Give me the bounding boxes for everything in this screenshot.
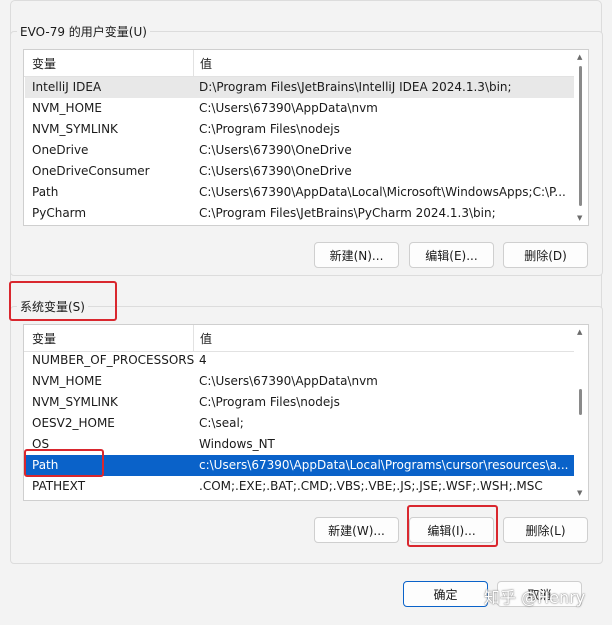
scroll-up-arrow-icon[interactable]: ▲ xyxy=(577,53,582,61)
column-header-value[interactable]: 值 xyxy=(200,55,212,72)
list-item[interactable]: PATHEXT .COM;.EXE;.BAT;.CMD;.VBS;.VBE;.J… xyxy=(25,476,574,497)
list-item[interactable]: NVM_SYMLINK C:\Program Files\nodejs xyxy=(25,119,574,140)
system-new-button[interactable]: 新建(W)... xyxy=(314,517,399,543)
user-variables-title: EVO-79 的用户变量(U) xyxy=(17,23,150,40)
vertical-scrollbar[interactable]: ▲ ▼ xyxy=(574,325,588,500)
user-new-button[interactable]: 新建(N)... xyxy=(314,242,399,268)
scrollbar-thumb[interactable] xyxy=(579,66,582,206)
vertical-scrollbar[interactable]: ▲ ▼ xyxy=(574,50,588,225)
column-separator[interactable] xyxy=(193,50,194,76)
scroll-down-arrow-icon[interactable]: ▼ xyxy=(577,489,582,497)
list-item[interactable]: OneDriveConsumer C:\Users\67390\OneDrive xyxy=(25,161,574,182)
highlight-path-row xyxy=(24,449,104,477)
highlight-system-variables-title xyxy=(9,281,117,321)
ok-button[interactable]: 确定 xyxy=(403,581,488,607)
list-item[interactable]: NVM_HOME C:\Users\67390\AppData\nvm xyxy=(25,98,574,119)
scroll-up-arrow-icon[interactable]: ▲ xyxy=(577,328,582,336)
list-item[interactable]: NVM_SYMLINK C:\Program Files\nodejs xyxy=(25,392,574,413)
list-item[interactable]: OS Windows_NT xyxy=(25,434,574,455)
list-item[interactable]: IntelliJ IDEA D:\Program Files\JetBrains… xyxy=(25,77,574,98)
user-list-header: 变量 值 xyxy=(24,50,574,77)
highlight-edit-button xyxy=(407,505,498,547)
system-list-header: 变量 值 xyxy=(24,325,574,352)
column-header-value[interactable]: 值 xyxy=(200,330,212,347)
list-item[interactable]: OneDrive C:\Users\67390\OneDrive xyxy=(25,140,574,161)
column-header-variable[interactable]: 变量 xyxy=(32,330,56,347)
scrollbar-thumb[interactable] xyxy=(579,389,582,415)
system-variables-list[interactable]: 变量 值 NUMBER_OF_PROCESSORS 4 NVM_HOME C:\… xyxy=(23,324,589,501)
column-header-variable[interactable]: 变量 xyxy=(32,55,56,72)
scroll-down-arrow-icon[interactable]: ▼ xyxy=(577,214,582,222)
list-item[interactable]: Path C:\Users\67390\AppData\Local\Micros… xyxy=(25,182,574,203)
user-edit-button[interactable]: 编辑(E)... xyxy=(409,242,494,268)
column-separator[interactable] xyxy=(193,325,194,351)
system-delete-button[interactable]: 删除(L) xyxy=(503,517,588,543)
watermark: 知乎 @Henry xyxy=(484,588,586,607)
list-item[interactable]: NVM_HOME C:\Users\67390\AppData\nvm xyxy=(25,371,574,392)
list-item[interactable]: PyCharm C:\Program Files\JetBrains\PyCha… xyxy=(25,203,574,224)
list-item-selected[interactable]: Path c:\Users\67390\AppData\Local\Progra… xyxy=(25,455,574,476)
list-item[interactable]: NUMBER_OF_PROCESSORS 4 xyxy=(25,350,574,371)
user-delete-button[interactable]: 删除(D) xyxy=(503,242,588,268)
user-variables-list[interactable]: 变量 值 IntelliJ IDEA D:\Program Files\JetB… xyxy=(23,49,589,226)
list-item[interactable]: OESV2_HOME C:\seal; xyxy=(25,413,574,434)
